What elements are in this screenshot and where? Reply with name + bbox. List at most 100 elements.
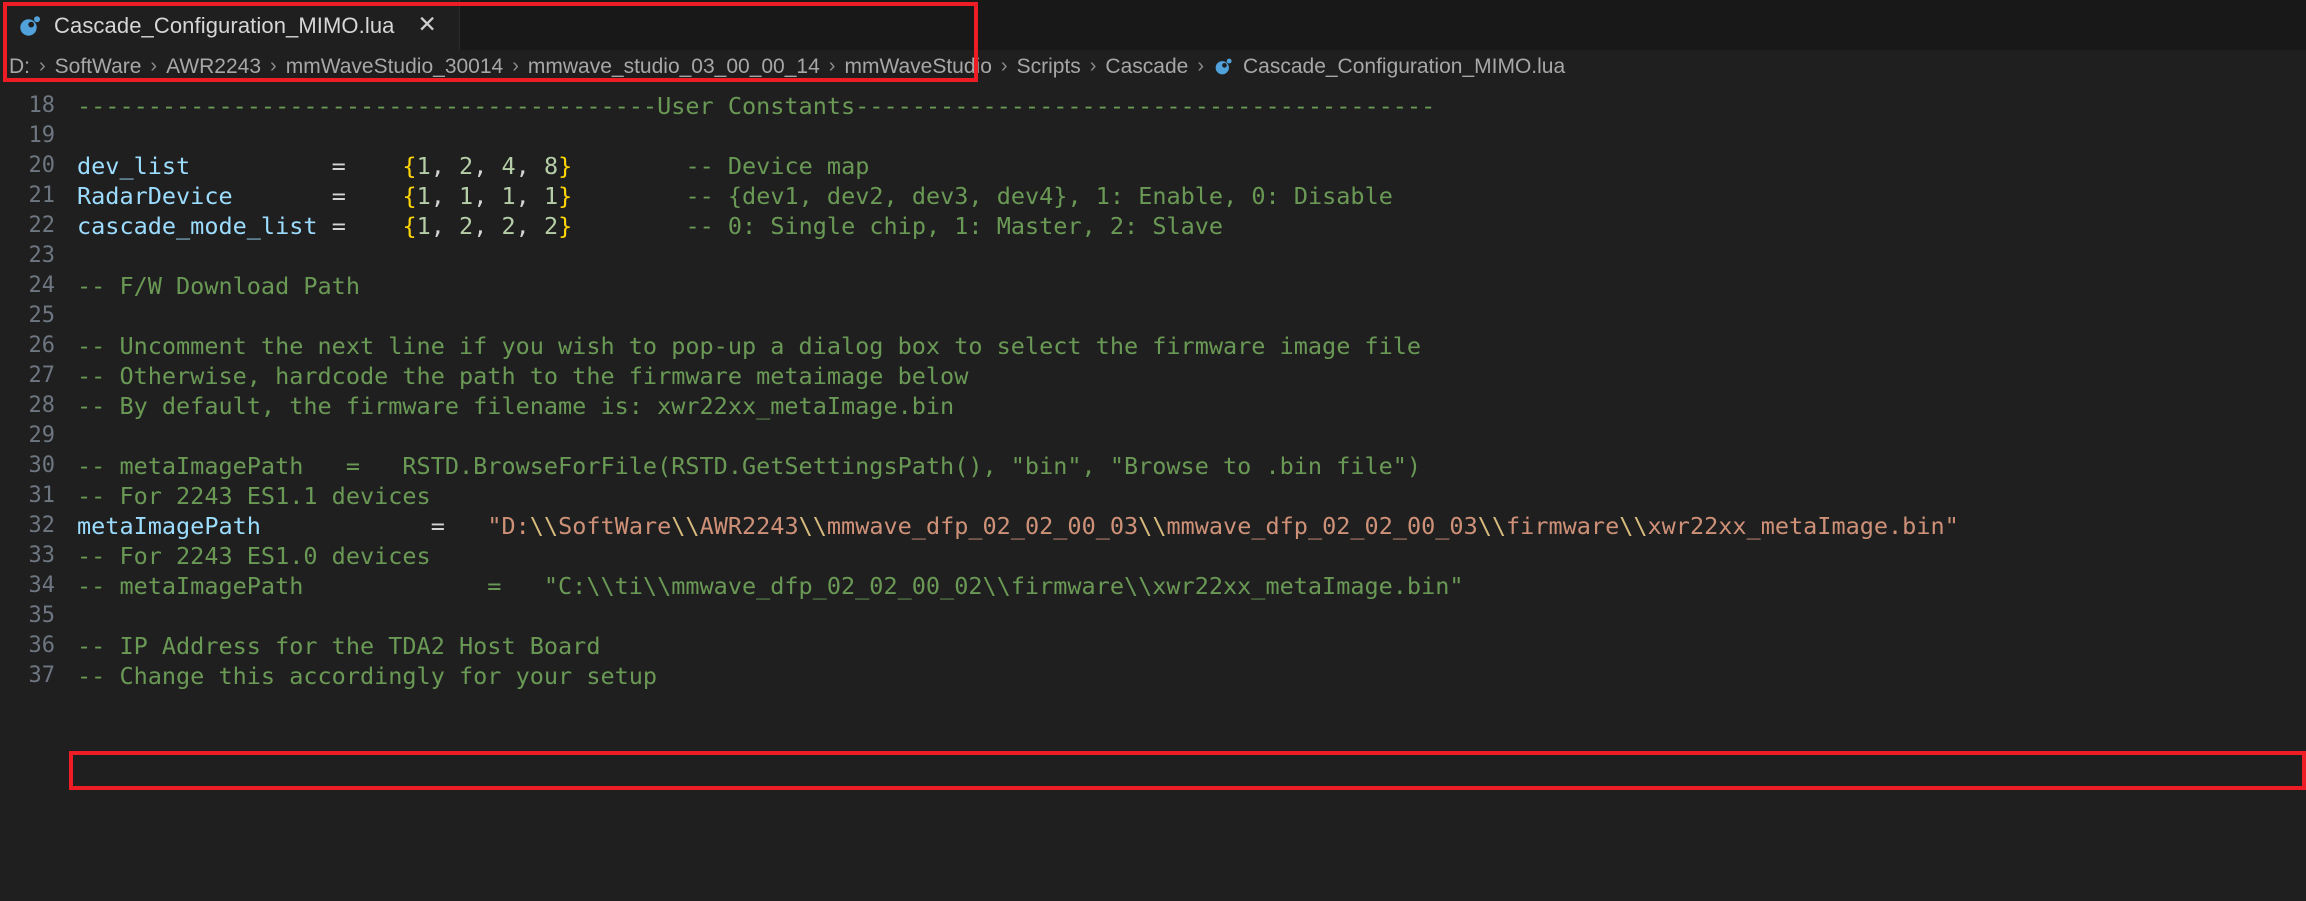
code-token: firmware [1506, 512, 1620, 540]
editor-tab-bar: Cascade_Configuration_MIMO.lua ✕ [0, 0, 2306, 50]
lua-moon-icon [17, 13, 43, 39]
code-line-content[interactable]: RadarDevice = {1, 1, 1, 1} -- {dev1, dev… [55, 181, 1393, 211]
code-token: -- Uncomment the next line if you wish t… [77, 332, 1422, 360]
chevron-right-icon: › [828, 55, 836, 77]
code-lines-container: 18 --------------------------------------… [0, 91, 2306, 691]
code-line[interactable]: 21 RadarDevice = {1, 1, 1, 1} -- {dev1, d… [0, 181, 2306, 211]
code-line[interactable]: 36 -- IP Address for the TDA2 Host Board [0, 631, 2306, 661]
breadcrumb-item-mmwavestudio[interactable]: mmWaveStudio [844, 55, 991, 79]
line-number: 35 [28, 603, 56, 628]
code-token: AWR2243 [699, 512, 799, 540]
chevron-right-icon: › [512, 55, 519, 77]
line-number: 37 [28, 663, 56, 688]
chevron-right-icon: › [270, 55, 277, 77]
code-line-content[interactable]: dev_list = {1, 2, 4, 8} -- Device map [55, 151, 869, 181]
code-editor[interactable]: 18 --------------------------------------… [0, 83, 2306, 901]
code-line[interactable]: 33 -- For 2243 ES1.0 devices [0, 541, 2306, 571]
code-line[interactable]: 34 -- metaImagePath = "C:\\ti\\mmwave_dfp… [0, 571, 2306, 601]
breadcrumb-item-mmwave-studio-03-00-00-14[interactable]: mmwave_studio_03_00_00_14 [528, 55, 820, 79]
code-token: { [402, 212, 417, 240]
line-number: 33 [28, 543, 56, 568]
code-token: mmwave_dfp_02_02_00_03 [1166, 512, 1478, 540]
breadcrumb-item-awr2243[interactable]: AWR2243 [166, 55, 261, 79]
code-line-content[interactable]: -- Change this accordingly for your setu… [55, 661, 657, 691]
code-token: -- F/W Download Path [77, 272, 360, 300]
code-token: 1 [416, 152, 431, 180]
code-line-content[interactable]: ----------------------------------------… [55, 91, 1435, 121]
code-line[interactable]: 31 -- For 2243 ES1.1 devices [0, 481, 2306, 511]
code-line-content[interactable]: -- IP Address for the TDA2 Host Board [55, 631, 600, 661]
breadcrumb-item-software[interactable]: SoftWare [55, 55, 142, 79]
lua-moon-icon [1213, 56, 1234, 77]
code-line[interactable]: 20 dev_list = {1, 2, 4, 8} -- Device map [0, 151, 2306, 181]
line-number: 20 [28, 153, 56, 178]
code-line-content[interactable]: -- Uncomment the next line if you wish t… [55, 331, 1421, 361]
code-token: dev_list [77, 152, 191, 180]
close-icon[interactable]: ✕ [412, 11, 443, 40]
code-token: -- 0: Single chip, 1: Master, 2: Slave [685, 212, 1224, 240]
code-line[interactable]: 26 -- Uncomment the next line if you wish… [0, 331, 2306, 361]
breadcrumb-file-label: Cascade_Configuration_MIMO.lua [1242, 54, 1566, 78]
code-line[interactable]: 18 --------------------------------------… [0, 91, 2306, 121]
code-line[interactable]: 25 [0, 301, 2306, 331]
code-line[interactable]: 35 [0, 601, 2306, 631]
breadcrumb-item-cascade[interactable]: Cascade [1105, 55, 1188, 79]
chevron-right-icon: › [1089, 55, 1097, 77]
code-token: , [430, 212, 460, 240]
code-line-content[interactable]: -- F/W Download Path [55, 271, 360, 301]
code-line-content[interactable]: -- By default, the firmware filename is:… [55, 391, 954, 421]
code-token: , [473, 152, 502, 180]
breadcrumb-item-file[interactable]: Cascade_Configuration_MIMO.lua [1213, 55, 1565, 79]
breadcrumb-item-scripts[interactable]: Scripts [1017, 55, 1081, 79]
editor-tab-cascade-configuration-mimo[interactable]: Cascade_Configuration_MIMO.lua ✕ [0, 0, 460, 50]
code-line[interactable]: 37 -- Change this accordingly for your se… [0, 661, 2306, 691]
code-token: , [515, 182, 544, 210]
code-token: } [558, 152, 573, 180]
code-line[interactable]: 27 -- Otherwise, hardcode the path to the… [0, 361, 2306, 391]
code-token: , [430, 152, 460, 180]
code-token: 1 [459, 182, 474, 210]
code-line[interactable]: 22 cascade_mode_list = {1, 2, 2, 2} -- 0:… [0, 211, 2306, 241]
code-line[interactable]: 24 -- F/W Download Path [0, 271, 2306, 301]
code-line-content[interactable]: -- For 2243 ES1.1 devices [55, 481, 431, 511]
breadcrumb[interactable]: D: › SoftWare › AWR2243 › mmWaveStudio_3… [0, 50, 2306, 83]
breadcrumb-item-drive[interactable]: D: [9, 55, 30, 79]
code-line-content[interactable]: cascade_mode_list = {1, 2, 2, 2} -- 0: S… [55, 211, 1223, 241]
code-line[interactable]: 30 -- metaImagePath = RSTD.BrowseForFile(… [0, 451, 2306, 481]
breadcrumb-item-mmwavestudio-30014[interactable]: mmWaveStudio_30014 [286, 55, 504, 79]
code-token: \\ [529, 512, 559, 540]
code-token: } [558, 182, 573, 210]
code-token: xwr22xx_metaImage.bin" [1647, 512, 1959, 540]
line-number: 36 [28, 633, 56, 658]
code-token: RadarDevice [77, 182, 233, 210]
code-token: 1 [416, 212, 431, 240]
code-line[interactable]: 28 -- By default, the firmware filename i… [0, 391, 2306, 421]
line-number: 22 [28, 213, 56, 238]
code-line[interactable]: 29 [0, 421, 2306, 451]
line-number: 25 [28, 303, 56, 328]
code-line[interactable]: 23 [0, 241, 2306, 271]
line-number: 21 [28, 183, 56, 208]
code-line-content[interactable]: -- metaImagePath = "C:\\ti\\mmwave_dfp_0… [55, 571, 1464, 601]
code-token: \\ [671, 512, 700, 540]
line-number: 29 [28, 423, 56, 448]
editor-tab-label: Cascade_Configuration_MIMO.lua [54, 12, 395, 38]
code-token: 4 [501, 152, 516, 180]
code-token: 1 [543, 182, 559, 210]
code-line-content[interactable]: -- For 2243 ES1.0 devices [55, 541, 431, 571]
code-token: , [515, 212, 544, 240]
code-line-content[interactable]: -- metaImagePath = RSTD.BrowseForFile(RS… [55, 451, 1421, 481]
code-token: 1 [501, 182, 516, 210]
code-token: 8 [543, 152, 559, 180]
code-line[interactable]: 32 metaImagePath = "D:\\SoftWare\\AWR2243… [0, 511, 2306, 541]
code-line-content[interactable]: -- Otherwise, hardcode the path to the f… [55, 361, 968, 391]
code-line[interactable]: 19 [0, 121, 2306, 151]
code-line-content[interactable]: metaImagePath = "D:\\SoftWare\\AWR2243\\… [55, 511, 1959, 541]
